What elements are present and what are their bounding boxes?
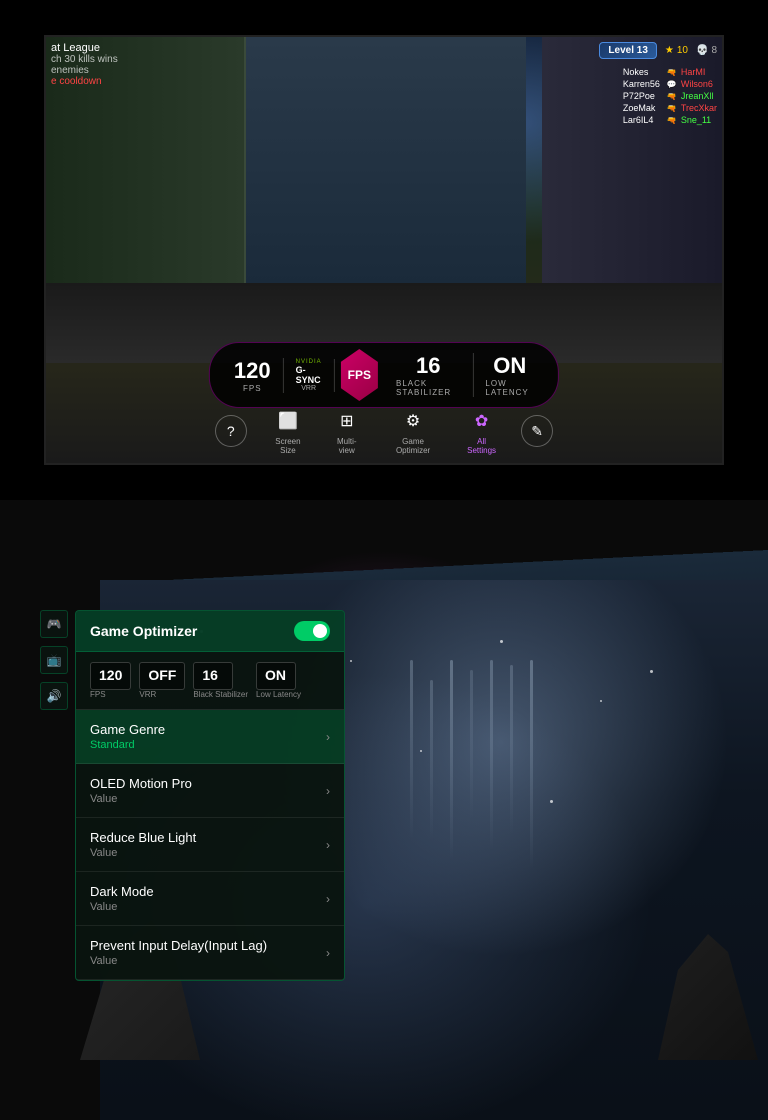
screen-size-label: Screen Size: [267, 437, 310, 455]
low-latency-label: Low Latency: [485, 379, 534, 397]
table-row: ZoeMak 🔫 TrecXkar: [623, 103, 717, 113]
chevron-icon-game-genre: ›: [326, 730, 330, 744]
help-button[interactable]: ?: [215, 415, 247, 447]
all-settings-icon: ✿: [468, 407, 496, 435]
fps-score-item: 120 FPS: [222, 358, 284, 393]
menu-item-oled-motion[interactable]: OLED Motion Pro Value ›: [76, 764, 344, 818]
optimizer-toggle[interactable]: [294, 621, 330, 641]
stat-low-latency-label: Low Latency: [256, 690, 301, 699]
menu-item-value-oled-motion: Value: [90, 793, 192, 805]
multi-view-icon: ⊞: [333, 407, 361, 435]
stat-low-latency: ON Low Latency: [256, 662, 301, 699]
table-row: Nokes 🔫 HarMI: [623, 67, 717, 77]
menu-item-name-dark-mode: Dark Mode: [90, 884, 154, 899]
sidebar-audio-icon[interactable]: 🔊: [40, 682, 68, 710]
game-optimizer-button[interactable]: ⚙ Game Optimizer: [384, 407, 442, 455]
toggle-knob: [313, 624, 327, 638]
sidebar-icons: 🎮 📺 🔊: [40, 610, 68, 710]
menu-item-name-input-lag: Prevent Input Delay(Input Lag): [90, 938, 267, 953]
table-row: P72Poe 🔫 JreanXll: [623, 91, 717, 101]
match-title: at League: [51, 42, 118, 54]
multi-view-button[interactable]: ⊞ Multi-view: [329, 407, 364, 455]
all-settings-button[interactable]: ✿ All Settings: [462, 407, 502, 455]
score-panel: 120 FPS NVIDIA G-SYNC VRR FPS 16 Black S…: [209, 342, 559, 408]
optimizer-panel: Game Optimizer 120 FPS OFF VRR 16: [75, 610, 345, 981]
stat-vrr: OFF VRR: [139, 662, 185, 699]
level-badge: Level 13: [599, 42, 656, 59]
multi-view-label: Multi-view: [329, 437, 364, 455]
fps-value: 120: [234, 358, 271, 384]
black-stab-item: 16 Black Stabilizer: [384, 353, 473, 397]
table-row: Lar6IL4 🔫 Sne_11: [623, 115, 717, 125]
gsync-text: G-SYNC: [296, 365, 322, 385]
menu-item-dark-mode[interactable]: Dark Mode Value ›: [76, 872, 344, 926]
game-screen-top: at League ch 30 kills wins enemies e coo…: [44, 35, 724, 465]
fps-hex-badge: FPS: [341, 349, 378, 401]
all-settings-label: All Settings: [462, 437, 502, 455]
menu-item-value-game-genre: Standard: [90, 739, 165, 751]
star-badge: ★ 10: [665, 45, 688, 56]
sidebar-gamepad-icon[interactable]: 🎮: [40, 610, 68, 638]
stat-fps-label: FPS: [90, 690, 106, 699]
menu-item-value-dark-mode: Value: [90, 901, 154, 913]
building-center: [246, 37, 526, 287]
top-section: at League ch 30 kills wins enemies e coo…: [0, 0, 768, 500]
stats-row: 120 FPS OFF VRR 16 Black Stabilizer ON: [76, 652, 344, 710]
vrr-text: VRR: [301, 385, 316, 392]
black-stab-value: 16: [416, 353, 440, 379]
stat-black-stab: 16 Black Stabilizer: [193, 662, 248, 699]
low-latency-item: ON Low Latency: [473, 353, 546, 397]
panel-header: Game Optimizer: [76, 611, 344, 652]
game-optimizer-label: Game Optimizer: [384, 437, 442, 455]
stat-black-stab-label: Black Stabilizer: [193, 690, 248, 699]
stat-low-latency-value: ON: [265, 667, 286, 683]
menu-item-name-reduce-blue-light: Reduce Blue Light: [90, 830, 196, 845]
stat-fps-value: 120: [99, 667, 122, 683]
screen-size-button[interactable]: ⬜ Screen Size: [267, 407, 310, 455]
chevron-icon-dark-mode: ›: [326, 892, 330, 906]
stat-black-stab-value: 16: [202, 667, 218, 683]
screen-size-icon: ⬜: [274, 407, 302, 435]
cooldown-label: e cooldown: [51, 76, 118, 87]
stat-vrr-label: VRR: [139, 690, 156, 699]
waterfall-streaks: [400, 660, 600, 960]
bottom-section: 🎮 📺 🔊 Game Optimizer 120 FPS OFF: [0, 500, 768, 1120]
fps-badge-text: FPS: [348, 368, 371, 382]
player-list: Nokes 🔫 HarMI Karren56 💬 Wilson6 P72Poe …: [623, 67, 717, 125]
chevron-icon-reduce-blue-light: ›: [326, 838, 330, 852]
black-stab-label: Black Stabilizer: [396, 379, 460, 397]
edit-button[interactable]: ✎: [521, 415, 553, 447]
gsync-logo: NVIDIA G-SYNC VRR: [296, 359, 322, 392]
menu-item-reduce-blue-light[interactable]: Reduce Blue Light Value ›: [76, 818, 344, 872]
menu-item-value-input-lag: Value: [90, 955, 267, 967]
stat-fps: 120 FPS: [90, 662, 131, 699]
fps-label: FPS: [243, 384, 262, 393]
low-latency-value: ON: [493, 353, 526, 379]
chevron-icon-oled-motion: ›: [326, 784, 330, 798]
skull-badge: 💀 8: [696, 45, 717, 56]
chevron-icon-input-lag: ›: [326, 946, 330, 960]
kill-target: ch 30 kills wins: [51, 54, 118, 65]
game-optimizer-icon: ⚙: [399, 407, 427, 435]
hud-top-left: at League ch 30 kills wins enemies e coo…: [51, 42, 118, 87]
table-row: Karren56 💬 Wilson6: [623, 79, 717, 89]
hud-top-right: Level 13 ★ 10 💀 8: [599, 42, 717, 59]
stat-vrr-value: OFF: [148, 667, 176, 683]
menu-item-name-game-genre: Game Genre: [90, 722, 165, 737]
menu-item-name-oled-motion: OLED Motion Pro: [90, 776, 192, 791]
menu-item-input-lag[interactable]: Prevent Input Delay(Input Lag) Value ›: [76, 926, 344, 980]
sidebar-display-icon[interactable]: 📺: [40, 646, 68, 674]
gsync-score-item: NVIDIA G-SYNC VRR: [284, 359, 335, 392]
bottom-toolbar: ? ⬜ Screen Size ⊞ Multi-view ⚙ Game Opti…: [215, 407, 553, 455]
menu-item-game-genre[interactable]: Game Genre Standard ›: [76, 710, 344, 764]
menu-item-value-reduce-blue-light: Value: [90, 847, 196, 859]
enemies-label: enemies: [51, 65, 118, 76]
panel-title: Game Optimizer: [90, 623, 197, 639]
